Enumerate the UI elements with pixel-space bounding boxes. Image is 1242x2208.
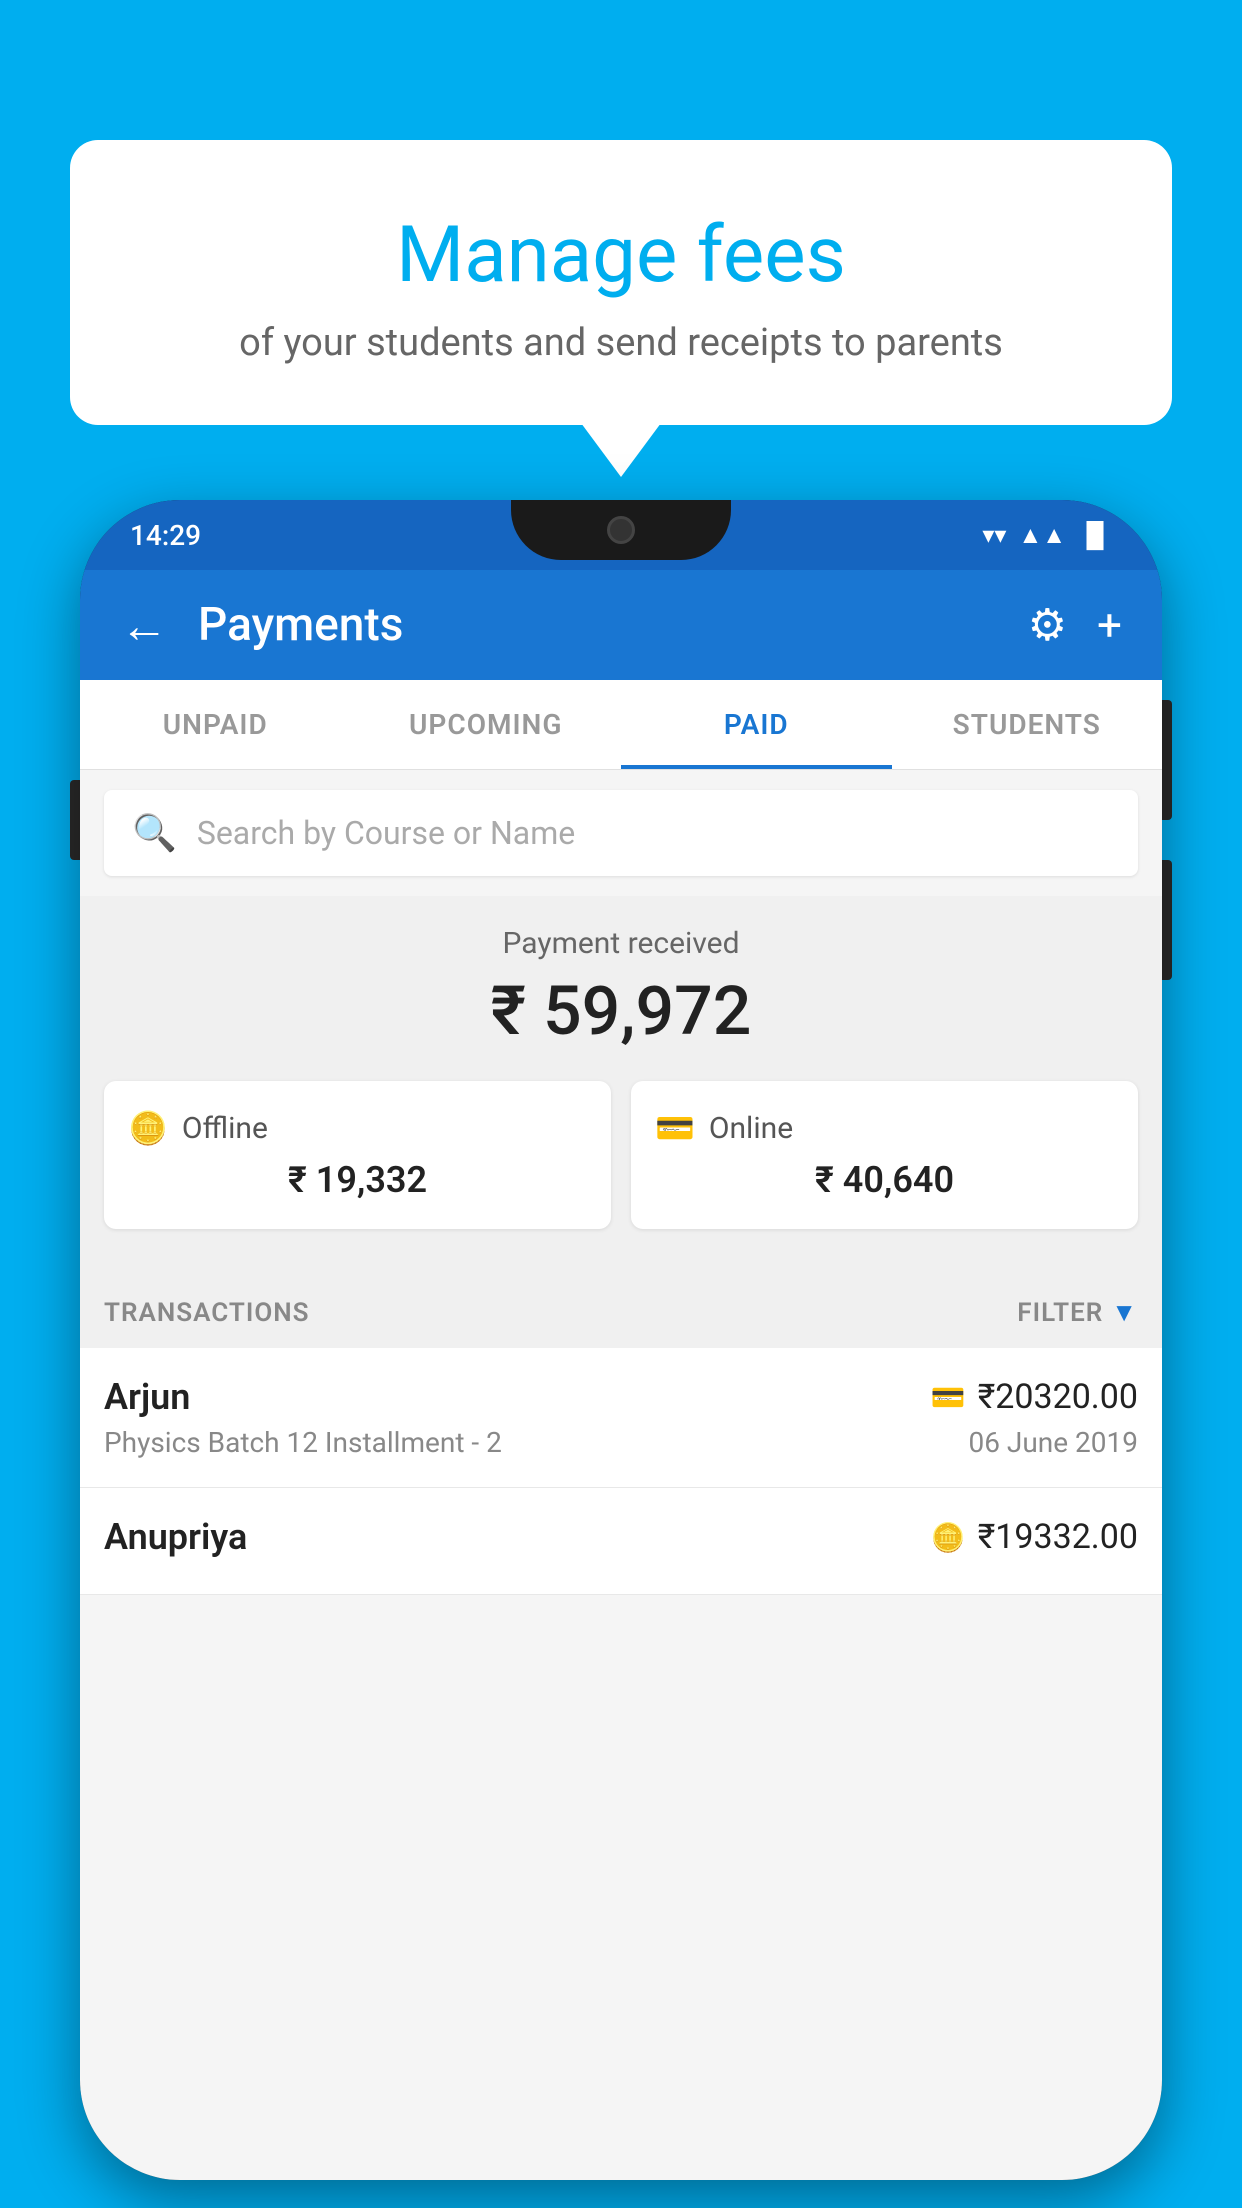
card-payment-icon: 💳	[931, 1381, 966, 1414]
settings-icon[interactable]: ⚙	[1028, 599, 1067, 651]
back-button[interactable]: ←	[120, 597, 168, 654]
payment-cards: 🪙 Offline ₹ 19,332 💳 Online ₹ 40,640	[104, 1081, 1138, 1229]
transactions-list: Arjun 💳 ₹20320.00 Physics Batch 12 Insta…	[80, 1348, 1162, 1595]
transaction-amount: ₹19332.00	[978, 1517, 1138, 1557]
phone-screen: 🔍 Search by Course or Name Payment recei…	[80, 770, 1162, 2180]
offline-card: 🪙 Offline ₹ 19,332	[104, 1081, 611, 1229]
transaction-amount: ₹20320.00	[978, 1377, 1138, 1417]
transaction-date: 06 June 2019	[968, 1426, 1138, 1459]
transaction-amount-wrap: 🪙 ₹19332.00	[931, 1517, 1138, 1557]
power-button	[1162, 700, 1172, 820]
table-row[interactable]: Arjun 💳 ₹20320.00 Physics Batch 12 Insta…	[80, 1348, 1162, 1488]
wifi-icon: ▾▾	[982, 521, 1006, 549]
tab-students[interactable]: STUDENTS	[892, 680, 1163, 769]
card-icon: 💳	[655, 1109, 695, 1147]
phone-mockup: 14:29 ▾▾ ▲▲ ▐▌ ← Payments ⚙ + UNPAID UPC…	[80, 500, 1162, 2208]
search-bar[interactable]: 🔍 Search by Course or Name	[104, 790, 1138, 876]
filter-icon: ▼	[1111, 1297, 1138, 1328]
phone-frame: 14:29 ▾▾ ▲▲ ▐▌ ← Payments ⚙ + UNPAID UPC…	[80, 500, 1162, 2180]
offline-card-header: 🪙 Offline	[128, 1109, 587, 1147]
transaction-row-top: Arjun 💳 ₹20320.00	[104, 1376, 1138, 1418]
online-card-header: 💳 Online	[655, 1109, 1114, 1147]
transaction-amount-wrap: 💳 ₹20320.00	[931, 1377, 1138, 1417]
online-card: 💳 Online ₹ 40,640	[631, 1081, 1138, 1229]
cash-payment-icon: 🪙	[931, 1521, 966, 1554]
bubble-subtitle: of your students and send receipts to pa…	[130, 321, 1112, 365]
table-row[interactable]: Anupriya 🪙 ₹19332.00	[80, 1488, 1162, 1595]
online-amount: ₹ 40,640	[655, 1159, 1114, 1201]
volume-button	[70, 780, 80, 860]
front-camera	[607, 516, 635, 544]
transaction-row-top: Anupriya 🪙 ₹19332.00	[104, 1516, 1138, 1558]
search-icon: 🔍	[132, 812, 177, 854]
transaction-detail: Physics Batch 12 Installment - 2	[104, 1426, 502, 1459]
phone-notch	[511, 500, 731, 560]
payment-received-label: Payment received	[104, 926, 1138, 961]
offline-label: Offline	[182, 1111, 268, 1146]
header-actions: ⚙ +	[1028, 599, 1122, 651]
transactions-label: TRANSACTIONS	[104, 1298, 310, 1328]
online-label: Online	[709, 1111, 793, 1146]
power-button-2	[1162, 860, 1172, 980]
transactions-header: TRANSACTIONS FILTER ▼	[80, 1269, 1162, 1348]
add-icon[interactable]: +	[1097, 599, 1122, 651]
cash-icon: 🪙	[128, 1109, 168, 1147]
payment-total-amount: ₹ 59,972	[104, 971, 1138, 1051]
transaction-name: Anupriya	[104, 1516, 247, 1558]
tab-upcoming[interactable]: UPCOMING	[351, 680, 622, 769]
speech-bubble-section: Manage fees of your students and send re…	[70, 140, 1172, 425]
tab-unpaid[interactable]: UNPAID	[80, 680, 351, 769]
battery-icon: ▐▌	[1078, 521, 1112, 550]
payment-summary: Payment received ₹ 59,972 🪙 Offline ₹ 19…	[80, 896, 1162, 1269]
page-title: Payments	[198, 598, 1028, 652]
tab-paid[interactable]: PAID	[621, 680, 892, 769]
offline-amount: ₹ 19,332	[128, 1159, 587, 1201]
tabs-bar: UNPAID UPCOMING PAID STUDENTS	[80, 680, 1162, 770]
transaction-row-bottom: Physics Batch 12 Installment - 2 06 June…	[104, 1426, 1138, 1459]
app-header: ← Payments ⚙ +	[80, 570, 1162, 680]
filter-label-text: FILTER	[1017, 1298, 1103, 1328]
transaction-name: Arjun	[104, 1376, 190, 1418]
search-placeholder: Search by Course or Name	[197, 814, 575, 852]
signal-icon: ▲▲	[1018, 521, 1066, 550]
speech-bubble-card: Manage fees of your students and send re…	[70, 140, 1172, 425]
bubble-title: Manage fees	[130, 210, 1112, 301]
status-time: 14:29	[130, 519, 201, 552]
status-icons: ▾▾ ▲▲ ▐▌	[982, 521, 1112, 550]
filter-button[interactable]: FILTER ▼	[1017, 1297, 1138, 1328]
